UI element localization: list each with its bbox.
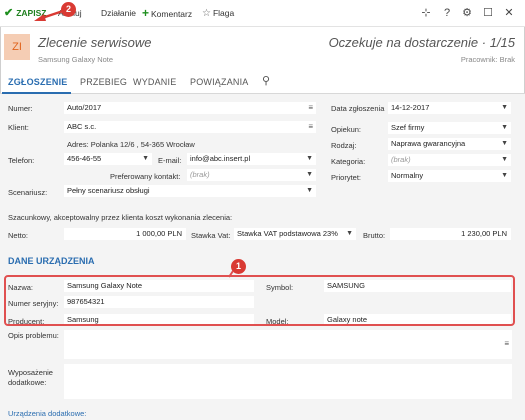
urzadzenia-link[interactable]: Urządzenia dodatkowe: — [8, 409, 86, 418]
opis-label: Opis problemu: — [8, 331, 59, 340]
wyposazenie-label: Wyposażenie dodatkowe: — [8, 368, 53, 387]
device-highlight-box — [4, 275, 515, 326]
menu-icon[interactable]: ≡ — [504, 339, 509, 348]
opis-textarea[interactable]: ≡ — [64, 330, 512, 359]
wyposazenie-textarea[interactable] — [64, 364, 512, 399]
